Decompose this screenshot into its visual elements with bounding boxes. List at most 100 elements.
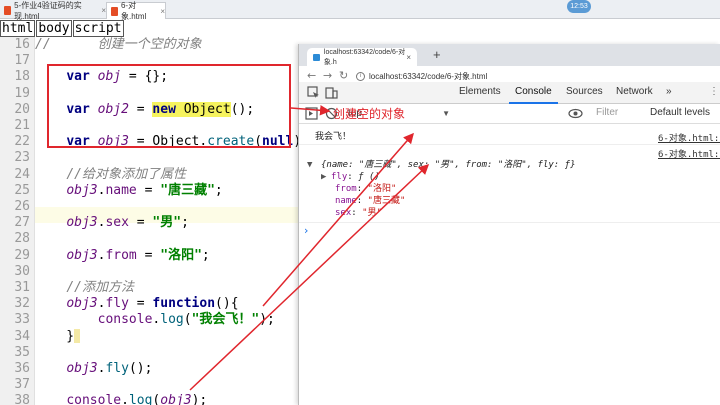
line-number: 18 (14, 69, 30, 85)
tab-network[interactable]: Network (616, 86, 653, 97)
editor-tab[interactable]: 5-作业4验证码的实现.html × (0, 1, 106, 21)
text-cursor (74, 329, 81, 344)
breadcrumb-item[interactable]: script (72, 20, 124, 37)
close-icon[interactable]: × (406, 53, 411, 62)
code-token: = (128, 215, 153, 231)
line-number: 22 (14, 134, 30, 150)
code-token: // 创建一个空的对象 (35, 37, 202, 52)
object-preview[interactable]: {name: "唐三藏", sex: "男", from: "洛阳", fly:… (321, 159, 575, 171)
code-token: (){ (215, 296, 239, 312)
line-number: 16 (14, 37, 30, 52)
code-token: ( (183, 312, 192, 328)
code-token: ; (201, 247, 210, 263)
code-line[interactable]: } (35, 329, 81, 345)
annotation-label: 创建空的对象 (333, 107, 406, 121)
property-row: name: "唐三藏" (335, 196, 406, 206)
code-line[interactable]: //给对象添加了属性 (35, 167, 186, 183)
filter-input[interactable]: Filter (596, 107, 618, 118)
editor-tab-label: 6-对象.html (120, 1, 147, 21)
code-token: "洛阳" (160, 247, 202, 263)
code-token: function (152, 296, 216, 312)
code-token: . (121, 393, 129, 405)
code-token: console (97, 312, 153, 328)
code-token: ); (259, 312, 275, 328)
line-number: 37 (14, 377, 30, 393)
property-row: sex: "男" (335, 208, 382, 218)
line-number: 29 (14, 247, 30, 263)
collapse-arrow-icon[interactable]: ▶ (321, 171, 326, 183)
code-token: name (105, 182, 137, 198)
code-token: log (160, 312, 184, 328)
code-token: ; (214, 182, 223, 198)
inspect-element-icon[interactable] (307, 86, 320, 99)
reload-icon[interactable]: ↻ (339, 69, 348, 82)
info-icon[interactable]: i (356, 72, 365, 81)
code-token: //给对象添加了属性 (66, 166, 186, 182)
code-token: ); (191, 393, 208, 405)
live-expression-eye-icon[interactable] (568, 107, 583, 120)
code-line[interactable]: //添加方法 (35, 280, 134, 296)
line-number: 25 (14, 182, 30, 198)
log-levels-dropdown[interactable]: Default levels (650, 107, 710, 118)
source-link[interactable]: 6-对象.html:33 (658, 131, 720, 144)
highlight-box (47, 64, 291, 148)
code-token: sex (105, 215, 129, 231)
console-output: 我会飞！ 6-对象.html:33 6-对象.html:38 ▼ {name: … (299, 126, 720, 405)
property-value: "洛阳" (367, 184, 397, 194)
toggle-sidebar-icon[interactable] (305, 107, 318, 120)
code-token: "男" (152, 215, 182, 231)
url-text: localhost:63342/code/6-对象.html (369, 72, 488, 81)
browser-tab-title: localhost:63342/code/6-对象.h (323, 49, 406, 66)
code-token: (); (128, 361, 153, 376)
line-number: 23 (14, 150, 30, 166)
code-line[interactable]: obj3.sex = "男"; (35, 215, 189, 231)
back-icon[interactable]: ← (307, 69, 316, 82)
code-line[interactable]: console.log("我会飞！"); (35, 312, 275, 328)
property-row: from: "洛阳" (335, 184, 397, 194)
forward-icon[interactable]: → (323, 69, 332, 82)
more-tabs-button[interactable]: » (666, 86, 672, 97)
html-file-icon (111, 6, 118, 16)
tab-console[interactable]: Console (509, 86, 558, 104)
code-token: from (105, 247, 137, 263)
source-link[interactable]: 6-对象.html:38 (658, 147, 720, 160)
code-line[interactable]: obj3.name = "唐三藏"; (35, 182, 223, 199)
device-toolbar-icon[interactable] (325, 86, 338, 99)
code-token: "我会飞！" (191, 312, 260, 328)
tab-sources[interactable]: Sources (566, 86, 603, 97)
console-prompt[interactable]: › (304, 224, 308, 237)
code-line[interactable]: obj3.fly = function(){ (35, 296, 239, 312)
property-row: fly: ƒ () (331, 172, 380, 182)
line-number: 21 (14, 118, 30, 133)
tab-elements[interactable]: Elements (459, 86, 501, 97)
line-number: 34 (14, 328, 30, 344)
code-line[interactable]: console.log(obj3); (35, 393, 207, 405)
browser-tab[interactable]: localhost:63342/code/6-对象.h × (307, 48, 417, 66)
editor-tab-active[interactable]: 6-对象.html × (106, 1, 166, 21)
code-line[interactable]: obj3.from = "洛阳"; (35, 247, 210, 264)
console-log-message: 我会飞！ (315, 132, 352, 142)
line-number: 20 (14, 101, 30, 117)
line-number: 36 (14, 361, 30, 376)
line-number: 38 (14, 393, 30, 405)
code-token: log (128, 393, 153, 405)
code-token: ; (181, 215, 189, 231)
property-value: "男" (362, 208, 382, 218)
line-number: 28 (14, 231, 30, 247)
expand-arrow-icon[interactable]: ▼ (307, 159, 312, 171)
new-tab-button[interactable]: + (433, 47, 441, 62)
code-token: = (128, 296, 153, 312)
divider (299, 144, 720, 145)
code-token: = (136, 182, 161, 198)
breadcrumb-item[interactable]: body (36, 20, 72, 37)
code-line[interactable]: // 创建一个空的对象 (35, 37, 202, 53)
code-line[interactable]: obj3.fly(); (35, 361, 152, 377)
code-token: obj3 (66, 361, 98, 376)
close-icon[interactable]: × (160, 7, 165, 16)
more-options-icon[interactable]: ⋮ (709, 86, 719, 97)
breadcrumb-item[interactable]: html (0, 20, 36, 37)
